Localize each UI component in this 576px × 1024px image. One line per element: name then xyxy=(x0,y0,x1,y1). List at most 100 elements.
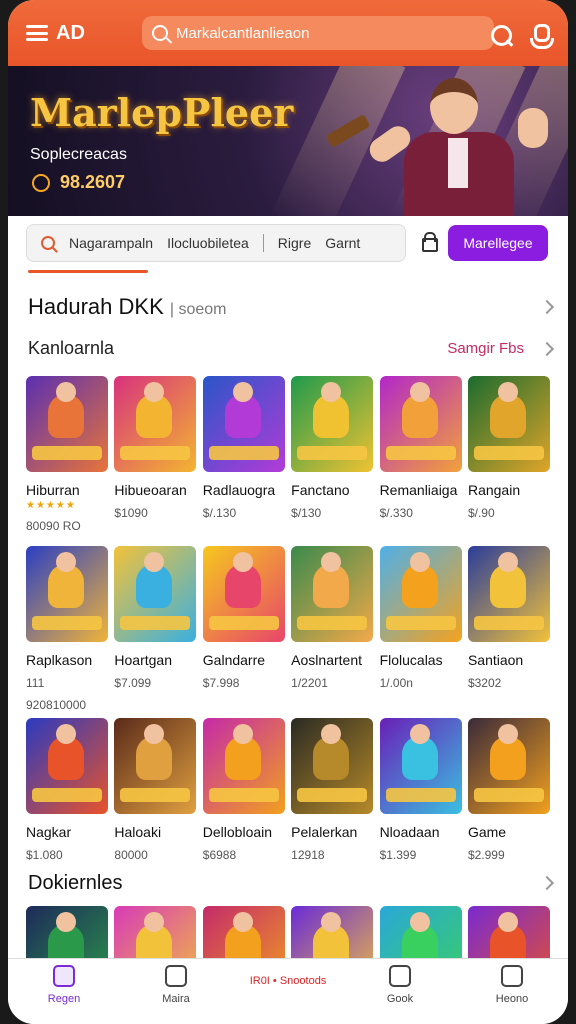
game-thumbnail-image[interactable] xyxy=(26,546,108,642)
game-name: Aoslnartent xyxy=(291,652,362,668)
filter-chip[interactable]: Ilocluobiletea xyxy=(167,235,249,251)
section-title: Dokiernles xyxy=(28,872,123,894)
promo-banner[interactable]: MarlepPleer Soplecreacas 98.2607 xyxy=(8,66,568,216)
game-card[interactable]: Hoartgan $7.099 xyxy=(114,546,197,712)
section-subtitle: Kanloarnla xyxy=(28,338,115,358)
nav-item-ir0i-snootods[interactable]: IR0I • Snootods xyxy=(248,965,328,987)
game-thumbnail-image[interactable] xyxy=(202,546,285,642)
game-thumbnail-image[interactable] xyxy=(467,376,550,472)
game-name: Pelalerkan xyxy=(291,824,358,840)
game-grid-row-3: Nagkar $1.080 Haloaki 80000 Dellobloain $6988… xyxy=(26,718,550,862)
lock-icon[interactable] xyxy=(414,226,442,260)
search-box[interactable] xyxy=(142,16,494,50)
game-card[interactable]: Pelalerkan 12918 xyxy=(291,718,374,862)
game-extra: 111 xyxy=(26,676,45,690)
game-name: Hoartgan xyxy=(114,652,172,668)
primary-action-button[interactable]: Marellegee xyxy=(448,225,548,261)
game-thumbnail-image[interactable] xyxy=(26,718,108,814)
divider xyxy=(262,234,264,252)
nav-item-gook[interactable]: Gook xyxy=(360,965,440,1005)
game-price: $6988 xyxy=(202,848,237,862)
game-thumbnail-image[interactable] xyxy=(379,376,462,472)
game-price: $7.998 xyxy=(202,676,240,690)
game-price: $2.999 xyxy=(467,848,505,862)
camera-icon xyxy=(165,965,187,987)
top-bar: AD xyxy=(8,0,568,66)
search-icon xyxy=(41,236,55,250)
game-name: Radlauogra xyxy=(202,482,276,498)
game-card[interactable]: Game $2.999 xyxy=(467,718,550,862)
game-thumbnail-image[interactable] xyxy=(467,546,550,642)
game-thumbnail-image[interactable] xyxy=(467,718,550,814)
game-name: Flolucalas xyxy=(379,652,443,668)
game-name: Fanctano xyxy=(291,482,350,498)
game-card[interactable]: Aoslnartent 1/2201 xyxy=(291,546,374,712)
chevron-right-icon[interactable] xyxy=(539,299,555,315)
game-name: Rangain xyxy=(467,482,521,498)
game-price: $/.330 xyxy=(379,506,413,520)
game-name: Hibueoaran xyxy=(114,482,187,498)
game-name: Raplkason xyxy=(26,652,93,668)
host-character-image xyxy=(365,74,568,216)
game-card[interactable]: Hibueoaran $1090 xyxy=(114,376,197,533)
nav-item-maira[interactable]: Maira xyxy=(136,965,216,1005)
game-price: 920810000 xyxy=(26,698,87,712)
game-card[interactable]: Radlauogra $/.130 xyxy=(202,376,285,533)
game-card[interactable]: Fanctano $/130 xyxy=(291,376,374,533)
coin-icon xyxy=(32,174,50,192)
game-thumbnail-image[interactable] xyxy=(114,718,197,814)
game-thumbnail-image[interactable] xyxy=(202,376,285,472)
nav-label: IR0I • Snootods xyxy=(249,975,327,987)
game-thumbnail-image[interactable] xyxy=(114,546,197,642)
game-card[interactable]: Rangain $/.90 xyxy=(467,376,550,533)
game-thumbnail-image[interactable] xyxy=(114,376,197,472)
active-tab-indicator xyxy=(28,270,148,273)
search-icon xyxy=(152,25,168,41)
chevron-right-icon[interactable] xyxy=(539,341,555,357)
chevron-right-icon[interactable] xyxy=(539,875,555,891)
banner-subtitle: Soplecreacas xyxy=(30,146,127,163)
game-thumbnail-image[interactable] xyxy=(291,376,374,472)
game-card[interactable]: Haloaki 80000 xyxy=(114,718,197,862)
user-icon[interactable] xyxy=(528,24,554,49)
game-card[interactable]: Santiaon $3202 xyxy=(467,546,550,712)
nav-label: Regen xyxy=(47,993,81,1005)
game-price: $1090 xyxy=(114,506,148,520)
banner-title: MarlepPleer xyxy=(30,90,294,135)
filter-chip[interactable]: Rigre xyxy=(278,235,311,251)
nav-label: Gook xyxy=(386,993,414,1005)
game-thumbnail-image[interactable] xyxy=(379,718,462,814)
game-thumbnail-image[interactable] xyxy=(291,718,374,814)
filter-chip[interactable]: Nagarampaln xyxy=(69,235,153,251)
section-title: Hadurah DKK | soeom xyxy=(28,294,227,319)
game-card[interactable]: Raplkason 111 920810000 xyxy=(26,546,108,712)
game-grid-row-2: Raplkason 111 920810000 Hoartgan $7.099 Galnd… xyxy=(26,546,550,712)
game-price: 80090 RO xyxy=(26,519,81,533)
filter-chip[interactable]: Garnt xyxy=(325,235,360,251)
game-card[interactable]: Hiburran ★★★★★ 80090 RO xyxy=(26,376,108,533)
search-icon[interactable] xyxy=(490,24,514,48)
game-card[interactable]: Nagkar $1.080 xyxy=(26,718,108,862)
game-thumbnail-image[interactable] xyxy=(26,376,108,472)
game-card[interactable]: Nloadaan $1.399 xyxy=(379,718,462,862)
game-price: $3202 xyxy=(467,676,502,690)
menu-icon[interactable] xyxy=(26,25,48,41)
nav-item-heono[interactable]: Heono xyxy=(472,965,552,1005)
game-card[interactable]: Flolucalas 1/.00n xyxy=(379,546,462,712)
game-price: 1/.00n xyxy=(379,676,413,690)
game-name: Nagkar xyxy=(26,824,72,840)
game-card[interactable]: Dellobloain $6988 xyxy=(202,718,285,862)
see-all-link[interactable]: Samgir Fbs xyxy=(447,340,524,357)
game-thumbnail-image[interactable] xyxy=(291,546,374,642)
game-thumbnail-image[interactable] xyxy=(202,718,285,814)
lock-icon xyxy=(389,965,411,987)
search-input[interactable] xyxy=(176,24,476,42)
nav-item-regen[interactable]: Regen xyxy=(24,965,104,1005)
home-icon xyxy=(53,965,75,987)
game-price: $1.399 xyxy=(379,848,417,862)
game-card[interactable]: Galndarre $7.998 xyxy=(202,546,285,712)
game-price: 12918 xyxy=(291,848,325,862)
game-thumbnail-image[interactable] xyxy=(379,546,462,642)
game-card[interactable]: Remanliaiga $/.330 xyxy=(379,376,462,533)
game-name: Santiaon xyxy=(467,652,524,668)
